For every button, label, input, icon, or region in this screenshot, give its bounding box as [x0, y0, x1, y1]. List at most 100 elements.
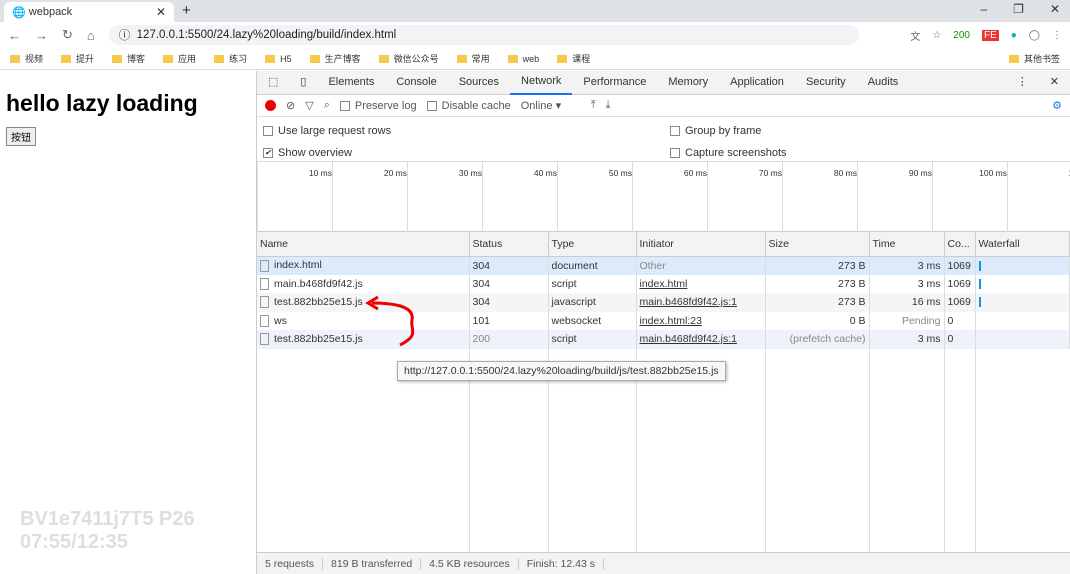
extension-badge[interactable]: 200: [953, 30, 970, 41]
column-header[interactable]: Status: [469, 232, 549, 257]
preserve-log-checkbox[interactable]: Preserve log: [339, 100, 417, 112]
bookmark[interactable]: 课程: [557, 52, 590, 65]
timeline-tick: 30 ms: [407, 162, 482, 232]
settings-icon[interactable]: ⚙: [1052, 99, 1062, 112]
request-initiator[interactable]: main.b468fd9f42.js:1: [636, 293, 766, 312]
tab-network[interactable]: Network: [510, 70, 573, 95]
request-status: 304: [469, 293, 549, 312]
request-size: (prefetch cache): [765, 330, 870, 349]
status-bar: 5 requests 819 B transferred 4.5 KB reso…: [257, 552, 1070, 574]
clear-icon[interactable]: ⊘: [286, 99, 295, 112]
export-icon[interactable]: ⤓: [606, 99, 611, 112]
extension-icon[interactable]: ●: [1011, 30, 1017, 41]
request-status: 200: [469, 330, 549, 349]
request-time: 3 ms: [869, 330, 945, 349]
translate-icon[interactable]: 文: [910, 28, 920, 43]
forward-icon[interactable]: →: [35, 28, 48, 43]
back-icon[interactable]: ←: [8, 28, 21, 43]
bookmark[interactable]: 视频: [10, 52, 43, 65]
close-window-icon[interactable]: ✕: [1050, 2, 1060, 16]
more-icon[interactable]: ⋮: [1006, 71, 1039, 94]
request-type: script: [548, 330, 637, 349]
other-bookmarks[interactable]: 其他书签: [1008, 52, 1060, 65]
tab-elements[interactable]: Elements: [317, 71, 385, 94]
tab-memory[interactable]: Memory: [657, 71, 719, 94]
red-arrow-annotation: [365, 295, 415, 347]
column-header[interactable]: Type: [548, 232, 637, 257]
request-initiator[interactable]: index.html:23: [636, 311, 766, 330]
reload-icon[interactable]: ↻: [62, 27, 73, 43]
extension-icon[interactable]: FE: [981, 29, 999, 41]
transferred-size: 819 B transferred: [323, 557, 422, 570]
tab-security[interactable]: Security: [795, 71, 857, 94]
new-tab-button[interactable]: +: [182, 2, 191, 19]
inspect-icon[interactable]: ⬚: [257, 71, 289, 94]
request-row[interactable]: main.b468fd9f42.js 304 script index.html 273…: [257, 274, 1070, 293]
bookmark[interactable]: 博客: [112, 52, 145, 65]
filter-icon[interactable]: ▽: [305, 99, 313, 112]
bookmark[interactable]: 应用: [163, 52, 196, 65]
capture-screenshots-checkbox[interactable]: Capture screenshots: [670, 147, 787, 159]
home-icon[interactable]: ⌂: [87, 28, 95, 43]
request-size: 273 B: [765, 274, 870, 293]
tab-console[interactable]: Console: [385, 71, 447, 94]
bookmark[interactable]: 生产博客: [309, 52, 361, 65]
address-bar[interactable]: ⓘ 127.0.0.1:5500/24.lazy%20loading/build…: [108, 25, 859, 45]
request-time: 3 ms: [869, 256, 945, 275]
request-name[interactable]: main.b468fd9f42.js: [257, 274, 470, 293]
page-button[interactable]: 按钮: [6, 127, 36, 146]
maximize-icon[interactable]: ❐: [1013, 2, 1024, 16]
account-icon[interactable]: ◯: [1029, 30, 1040, 41]
waterfall-bar: [975, 256, 1070, 275]
column-header[interactable]: Name: [257, 232, 470, 257]
bookmark[interactable]: 微信公众号: [378, 52, 439, 65]
tab-sources[interactable]: Sources: [448, 71, 510, 94]
requests-count: 5 requests: [257, 557, 324, 570]
waterfall-bar: [975, 293, 1070, 312]
bookmark[interactable]: 常用: [456, 52, 490, 65]
request-name[interactable]: index.html: [257, 256, 470, 275]
request-initiator[interactable]: main.b468fd9f42.js:1: [636, 330, 766, 349]
column-header[interactable]: Waterfall: [975, 232, 1070, 257]
column-header[interactable]: Co...: [944, 232, 976, 257]
request-type: document: [548, 256, 637, 275]
menu-icon[interactable]: ⋮: [1052, 30, 1062, 41]
request-connection: 1069: [944, 293, 976, 312]
large-rows-checkbox[interactable]: Use large request rows: [263, 125, 391, 137]
request-status: 101: [469, 311, 549, 330]
request-connection: 0: [944, 330, 976, 349]
browser-tab[interactable]: 🌐 webpack ✕: [4, 2, 174, 22]
close-devtools-icon[interactable]: ✕: [1039, 71, 1070, 94]
tab-performance[interactable]: Performance: [572, 71, 657, 94]
request-initiator[interactable]: index.html: [636, 274, 766, 293]
globe-icon: 🌐: [12, 6, 29, 19]
group-by-frame-checkbox[interactable]: Group by frame: [670, 125, 761, 137]
watermark: BV1e7411j7T5 P26 07:55/12:35: [20, 508, 195, 553]
search-icon[interactable]: ⌕: [324, 99, 330, 112]
import-icon[interactable]: ⤒: [591, 99, 596, 112]
record-icon[interactable]: [265, 100, 276, 111]
bookmark[interactable]: 练习: [214, 52, 247, 65]
bookmark[interactable]: web: [507, 54, 539, 64]
throttle-select[interactable]: Online ▾: [521, 99, 581, 112]
column-header[interactable]: Size: [765, 232, 870, 257]
bookmark[interactable]: H5: [265, 54, 292, 64]
column-header[interactable]: Time: [869, 232, 945, 257]
tab-application[interactable]: Application: [719, 71, 795, 94]
request-row[interactable]: index.html 304 document Other 273 B3 ms 1069: [257, 256, 1070, 275]
request-type: javascript: [548, 293, 637, 312]
overview-timeline[interactable]: 10 ms 20 ms 30 ms 40 ms 50 ms 60 ms 70 ms 80 ms…: [257, 162, 1070, 232]
close-tab-icon[interactable]: ✕: [156, 5, 166, 19]
request-type: script: [548, 274, 637, 293]
request-connection: 0: [944, 311, 976, 330]
tab-audits[interactable]: Audits: [857, 71, 910, 94]
column-header[interactable]: Initiator: [636, 232, 766, 257]
device-toolbar-icon[interactable]: ▯: [289, 71, 317, 94]
minimize-icon[interactable]: –: [980, 2, 987, 16]
waterfall-bar: [975, 330, 1070, 349]
show-overview-checkbox[interactable]: ✔ Show overview: [263, 147, 352, 159]
request-time: Pending: [869, 311, 945, 330]
star-icon[interactable]: ☆: [932, 30, 941, 41]
bookmark[interactable]: 提升: [61, 52, 94, 65]
disable-cache-checkbox[interactable]: Disable cache: [426, 100, 511, 112]
